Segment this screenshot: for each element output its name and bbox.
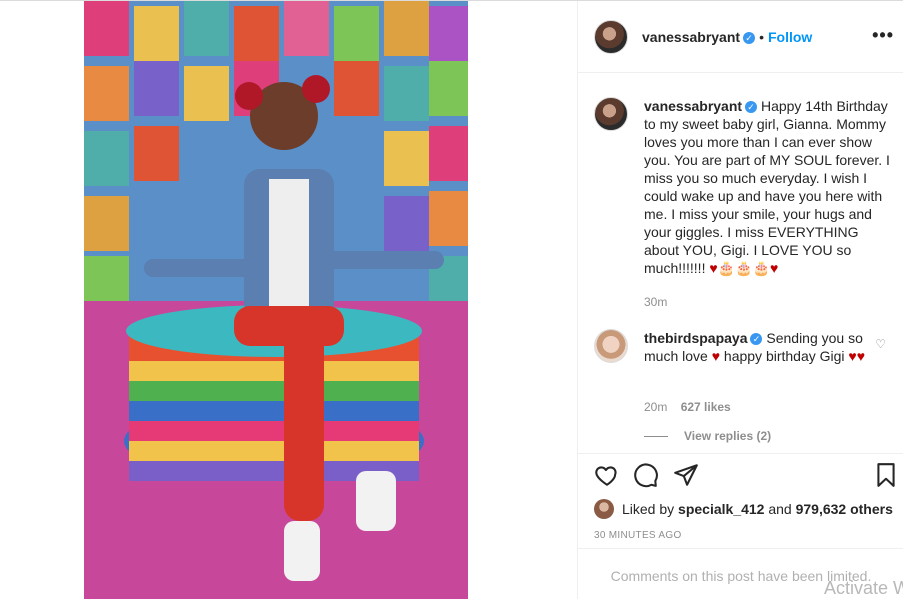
separator-dot: • [759, 29, 764, 45]
caption-text: Happy 14th Birthday to my sweet baby gir… [644, 98, 890, 276]
share-paper-plane-icon[interactable] [673, 462, 699, 488]
replies-line [644, 436, 668, 438]
comment-item: thebirdspapaya ✓ Sending you so much love… [594, 329, 894, 419]
follow-button[interactable]: Follow [768, 29, 812, 45]
comment-bubble-icon[interactable] [633, 462, 659, 488]
caption: vanessabryant ✓ Happy 14th Birthday to my… [594, 97, 894, 309]
author-username[interactable]: vanessabryant [642, 29, 740, 45]
post-photo[interactable] [84, 1, 468, 599]
verified-icon: ✓ [745, 101, 758, 113]
view-replies-button[interactable]: View replies (2) [644, 429, 771, 443]
comment-hearts-emoji: ♥♥ [848, 348, 866, 364]
likes-count[interactable]: 979,632 others [796, 501, 893, 517]
like-heart-icon[interactable] [594, 462, 620, 488]
more-options-icon[interactable]: ••• [872, 25, 894, 46]
liker-avatar[interactable] [594, 499, 614, 519]
activate-windows-watermark: Activate W [824, 578, 903, 598]
save-bookmark-icon[interactable] [873, 462, 899, 488]
header-user-row: vanessabryant ✓ • Follow [642, 29, 812, 47]
post-timestamp[interactable]: 30 MINUTES AGO [594, 530, 682, 541]
caption-emoji: ♥🎂🎂🎂♥ [709, 260, 779, 276]
commenter-username[interactable]: thebirdspapaya [644, 330, 747, 346]
likes-first-user[interactable]: specialk_412 [678, 501, 764, 517]
comment-age[interactable]: 20m [644, 400, 667, 414]
caption-username[interactable]: vanessabryant [644, 98, 742, 114]
caption-avatar[interactable] [594, 97, 628, 131]
caption-age[interactable]: 30m [644, 293, 667, 311]
comment-text-block: thebirdspapaya ✓ Sending you so much love… [644, 329, 892, 365]
verified-icon: ✓ [743, 32, 756, 44]
post-side-panel: vanessabryant ✓ • Follow ••• vanessabryant ✓… [577, 1, 903, 599]
likes-text: Liked by specialk_412 and 979,632 others [622, 501, 893, 517]
author-avatar[interactable] [594, 20, 628, 54]
verified-icon: ✓ [750, 333, 763, 345]
likes-middle: and [764, 501, 796, 517]
comment-heart-emoji: ♥ [711, 348, 721, 364]
post-header: vanessabryant ✓ • Follow ••• [578, 1, 903, 73]
comment-likes[interactable]: 627 likes [681, 400, 731, 414]
caption-text-block: vanessabryant ✓ Happy 14th Birthday to my… [644, 97, 892, 277]
post-image [84, 1, 468, 599]
comment-meta: 20m 627 likes [644, 398, 731, 416]
view-replies-label: View replies (2) [684, 429, 772, 443]
likes-prefix: Liked by [622, 501, 679, 517]
comment-like-icon[interactable]: ♡ [875, 337, 886, 351]
action-bar [578, 453, 903, 498]
commenter-avatar[interactable] [594, 329, 628, 363]
comment-text-2: happy birthday Gigi [720, 348, 849, 364]
